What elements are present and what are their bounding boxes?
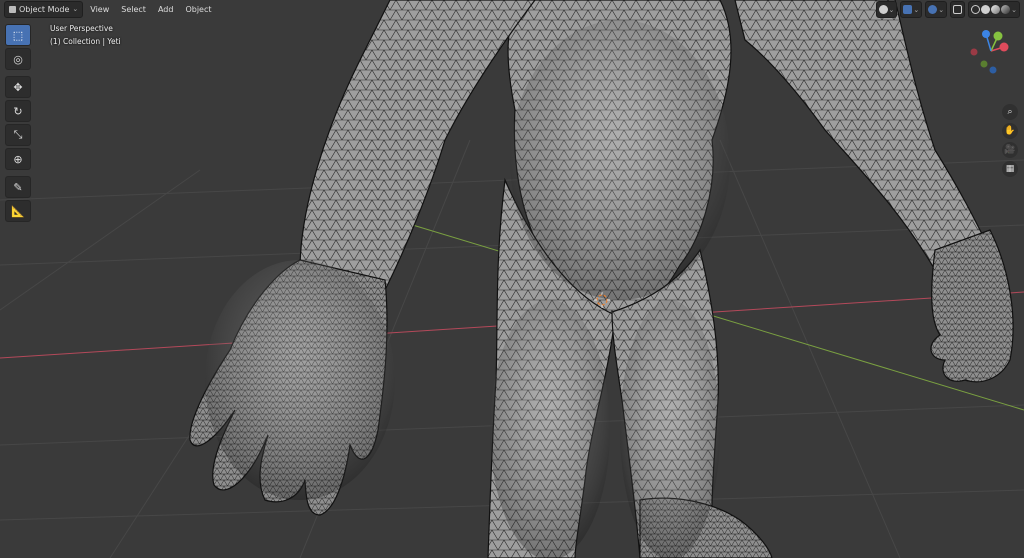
- chevron-down-icon: ⌄: [888, 5, 895, 14]
- chevron-down-icon: ⌄: [1011, 5, 1017, 14]
- chevron-down-icon: ⌄: [913, 5, 920, 14]
- navigation-controls: ⌕ ✋ 🎥 ▦: [1002, 104, 1018, 177]
- ortho-toggle-button[interactable]: ▦: [1002, 161, 1018, 177]
- measure-tool[interactable]: 📐: [5, 200, 31, 222]
- menu-select[interactable]: Select: [116, 1, 151, 18]
- mesh-right-hand: [930, 229, 1014, 383]
- select-box-tool[interactable]: ⬚: [5, 24, 31, 46]
- wireframe-shading-icon[interactable]: [971, 5, 981, 14]
- eye-icon: [878, 5, 888, 14]
- transform-icon: ⊕: [13, 152, 23, 166]
- viewport-header: Object Mode ⌄ View Select Add Object: [0, 0, 1024, 19]
- zoom-icon: ⌕: [1007, 107, 1013, 117]
- navigation-gizmo[interactable]: [962, 24, 1020, 82]
- menu-object[interactable]: Object: [180, 1, 216, 18]
- move-icon: ✥: [13, 80, 23, 94]
- material-shading-icon[interactable]: [991, 5, 1001, 14]
- xray-icon: [953, 5, 963, 14]
- solid-shading-icon[interactable]: [981, 5, 991, 14]
- gizmo-y-axis[interactable]: [993, 31, 1003, 41]
- mesh-shading: [205, 20, 730, 558]
- chevron-down-icon: ⌄: [938, 5, 945, 14]
- transform-tool[interactable]: ⊕: [5, 148, 31, 170]
- chevron-down-icon: ⌄: [72, 5, 79, 13]
- shading-modes: ⌄: [968, 1, 1020, 18]
- overlay-dropdown[interactable]: ⌄: [925, 1, 948, 18]
- gizmo-neg-z-axis[interactable]: [989, 66, 997, 74]
- grid-icon: ▦: [1005, 164, 1015, 174]
- 3d-viewport[interactable]: [0, 0, 1024, 558]
- tool-shelf: ⬚ ◎ ✥ ↻ ⤡ ⊕ ✎ 📐: [5, 24, 31, 222]
- gizmo-z-axis[interactable]: [982, 30, 990, 38]
- mesh-right-arm: [734, 0, 986, 271]
- xray-toggle[interactable]: [950, 1, 966, 18]
- gizmo-dropdown[interactable]: ⌄: [900, 1, 923, 18]
- visibility-dropdown[interactable]: ⌄: [875, 1, 898, 18]
- gizmo-neg-y-axis[interactable]: [980, 60, 988, 68]
- scale-tool[interactable]: ⤡: [5, 124, 31, 146]
- hand-icon: ✋: [1004, 126, 1016, 136]
- gizmo-toggle-icon[interactable]: [903, 5, 913, 14]
- collection-label: (1) Collection | Yeti: [50, 37, 121, 46]
- pan-button[interactable]: ✋: [1002, 123, 1018, 139]
- cursor-tool[interactable]: ◎: [5, 48, 31, 70]
- overlay-toggle-icon[interactable]: [928, 5, 938, 14]
- rendered-shading-icon[interactable]: [1001, 5, 1011, 14]
- camera-view-button[interactable]: 🎥: [1002, 142, 1018, 158]
- move-tool[interactable]: ✥: [5, 76, 31, 98]
- header-right-controls: ⌄ ⌄ ⌄ ⌄: [875, 1, 1020, 18]
- gizmo-neg-x-axis[interactable]: [970, 48, 978, 56]
- mode-dropdown[interactable]: Object Mode ⌄: [4, 1, 84, 18]
- cursor-icon: ◎: [13, 52, 23, 66]
- annotate-tool[interactable]: ✎: [5, 176, 31, 198]
- scale-icon: ⤡: [13, 128, 23, 141]
- rotate-tool[interactable]: ↻: [5, 100, 31, 122]
- annotate-icon: ✎: [13, 180, 23, 194]
- perspective-label: User Perspective: [50, 24, 113, 33]
- zoom-button[interactable]: ⌕: [1002, 104, 1018, 120]
- measure-icon: 📐: [11, 204, 25, 218]
- mode-label: Object Mode: [19, 5, 70, 14]
- menu-add[interactable]: Add: [153, 1, 179, 18]
- select-box-icon: ⬚: [12, 28, 24, 42]
- gizmo-x-axis[interactable]: [999, 42, 1009, 52]
- object-mode-icon: [9, 6, 16, 13]
- menu-view[interactable]: View: [85, 1, 114, 18]
- camera-icon: 🎥: [1004, 145, 1016, 155]
- rotate-icon: ↻: [13, 104, 23, 118]
- viewport-canvas: [0, 0, 1024, 558]
